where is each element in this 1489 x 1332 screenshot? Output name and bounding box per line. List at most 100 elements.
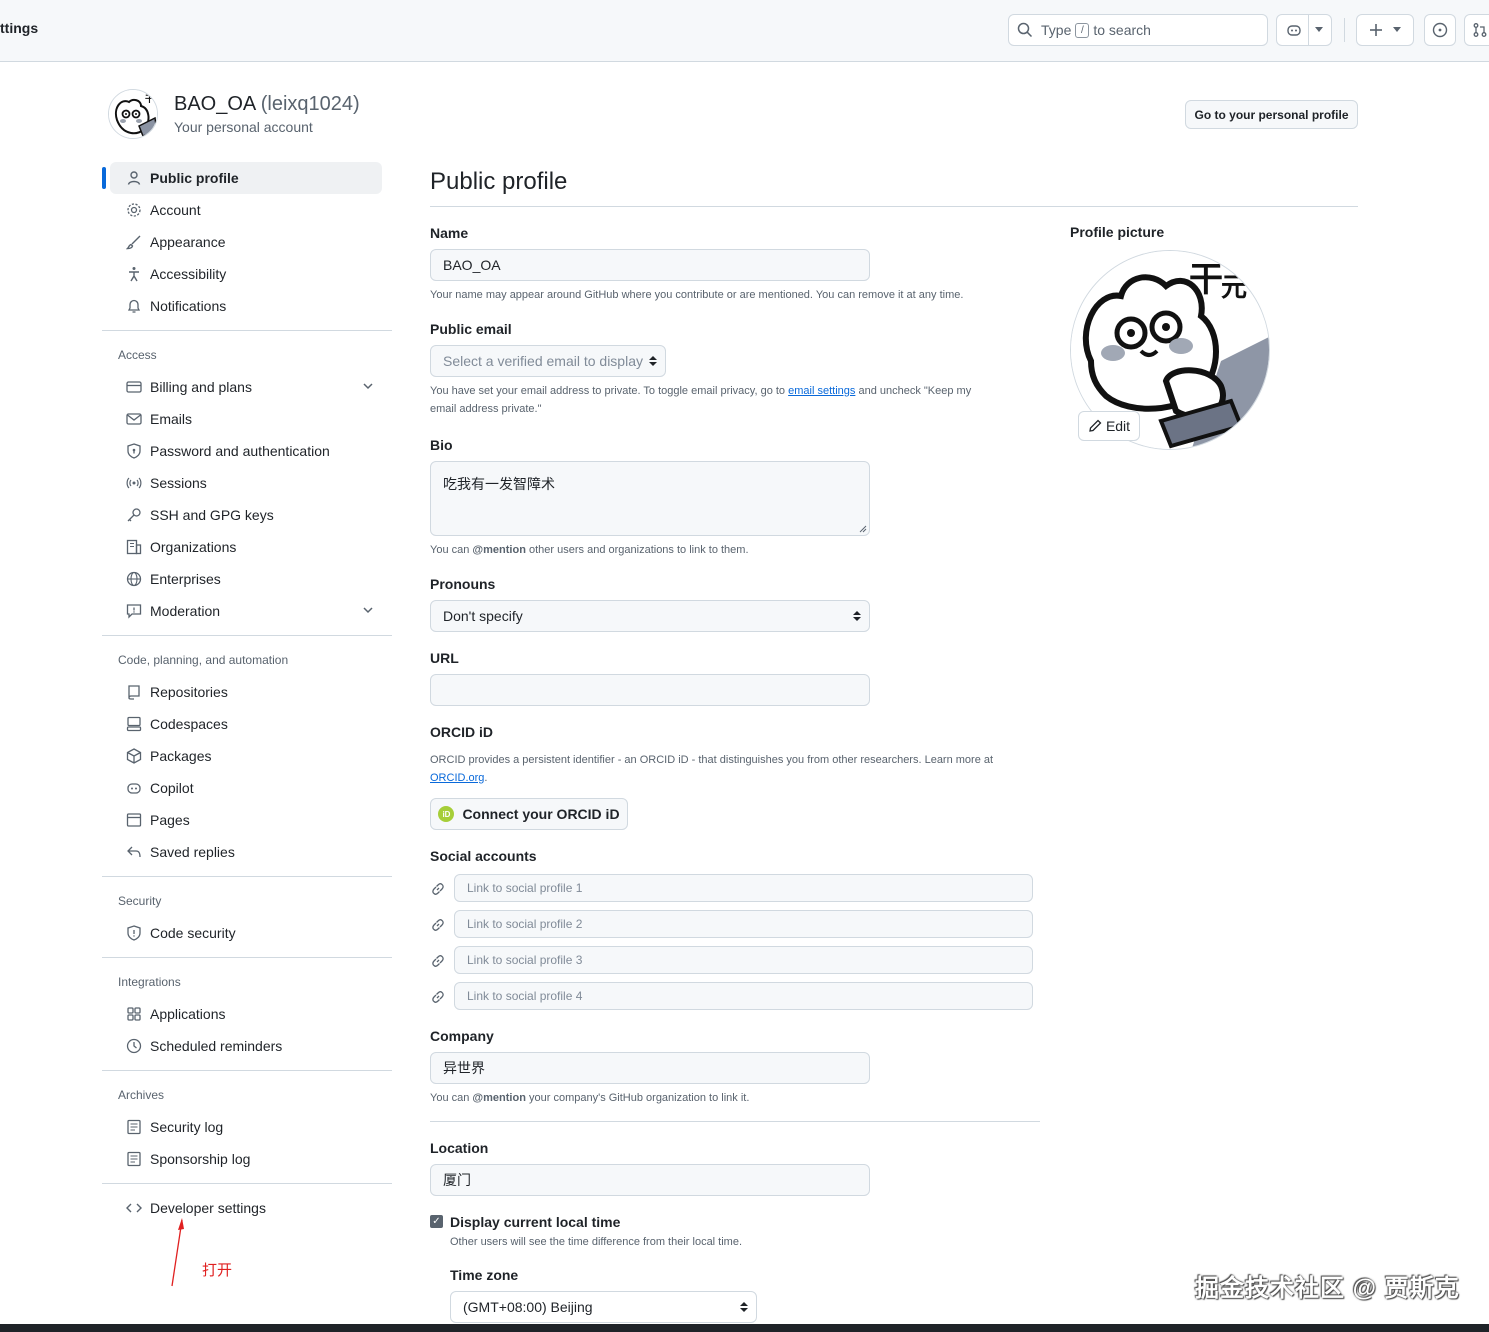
credit-card-icon [126,379,142,395]
sidebar-item-label: Codespaces [150,716,228,732]
display-local-time-checkbox[interactable]: ✓ [430,1215,443,1228]
go-to-profile-button[interactable]: Go to your personal profile [1185,100,1358,129]
email-settings-link[interactable]: email settings [788,385,855,397]
sidebar-item-label: Accessibility [150,266,227,282]
social-link-field-4[interactable]: Link to social profile 4 [454,982,1033,1010]
log-icon [126,1151,142,1167]
company-label: Company [430,1028,494,1044]
timezone-select[interactable]: (GMT+08:00) Beijing [450,1291,757,1323]
sidebar-item-label: Sponsorship log [150,1151,251,1167]
sidebar-item-appearance[interactable]: Appearance [110,226,382,258]
timezone-label: Time zone [450,1267,519,1283]
sidebar-item-scheduled-reminders[interactable]: Scheduled reminders [110,1030,382,1062]
sidebar-item-organizations[interactable]: Organizations [110,531,382,563]
annotation-text: 打开 [202,1262,233,1279]
issues-button[interactable] [1424,14,1456,46]
page-title: Public profile [430,168,568,195]
link-icon [432,883,444,895]
orcid-link[interactable]: ORCID.org [430,772,484,784]
sidebar-item-ssh-keys[interactable]: SSH and GPG keys [110,499,382,531]
search-input[interactable]: Type / to search [1008,14,1268,46]
sidebar-item-security-log[interactable]: Security log [110,1111,382,1143]
display-local-time-note: Other users will see the time difference… [450,1236,743,1248]
public-email-select[interactable]: Select a verified email to display [430,345,666,377]
chevron-down-icon[interactable] [362,603,374,619]
link-icon [432,955,444,967]
public-email-label: Public email [430,321,512,337]
sidebar-group-archives: Archives [118,1088,165,1102]
edit-picture-label: Edit [1105,418,1131,434]
social-link-field-3[interactable]: Link to social profile 3 [454,946,1033,974]
apps-icon [126,1006,142,1022]
account-avatar[interactable]: 干 [108,89,158,139]
broadcast-icon [126,475,142,491]
sidebar-item-enterprises[interactable]: Enterprises [110,563,382,595]
select-arrows-icon [853,609,861,623]
display-local-time-label[interactable]: Display current local time [450,1214,620,1230]
sidebar-item-code-security[interactable]: Code security [110,917,382,949]
pronouns-select[interactable]: Don't specify [430,600,870,632]
name-note: Your name may appear around GitHub where… [430,289,964,301]
name-label: Name [430,225,469,241]
sidebar-item-billing[interactable]: Billing and plans [110,371,382,403]
account-display-name[interactable]: BAO_OA [174,93,255,115]
pull-requests-button[interactable] [1464,14,1489,46]
sidebar-item-moderation[interactable]: Moderation [110,595,382,627]
sidebar-item-packages[interactable]: Packages [110,740,382,772]
social-link-placeholder: Link to social profile 2 [467,917,583,931]
chevron-down-icon [1393,27,1401,33]
name-field[interactable]: BAO_OA [430,249,870,281]
sidebar-group-code: Code, planning, and automation [118,653,289,667]
page-breadcrumb[interactable]: ttings [0,20,38,36]
plus-icon [1369,23,1383,37]
chevron-down-icon [1314,27,1323,33]
title-divider [430,206,1358,207]
organization-icon [126,539,142,555]
sidebar-group-access: Access [118,348,157,362]
annotation-arrow [171,1218,184,1287]
social-link-field-2[interactable]: Link to social profile 2 [454,910,1033,938]
resize-handle-icon[interactable] [859,525,867,533]
chevron-down-icon[interactable] [362,379,374,395]
search-prefix: Type [1041,22,1072,38]
bio-textarea[interactable]: 吃我有一发智障术 [430,461,870,536]
sidebar-item-emails[interactable]: Emails [110,403,382,435]
sidebar-item-applications[interactable]: Applications [110,998,382,1030]
sidebar-item-label: Organizations [150,539,237,555]
sidebar-item-pages[interactable]: Pages [110,804,382,836]
edit-picture-button[interactable]: Edit [1078,411,1140,441]
sidebar-group-security: Security [118,894,162,908]
timezone-value: (GMT+08:00) Beijing [463,1299,593,1315]
accessibility-icon [126,266,142,282]
social-link-field-1[interactable]: Link to social profile 1 [454,874,1033,902]
sidebar-divider [102,330,392,331]
sidebar-divider [102,635,392,636]
location-field[interactable]: 厦门 [430,1164,870,1196]
public-email-value: Select a verified email to display [443,353,643,369]
clock-icon [126,1038,142,1054]
sidebar-item-notifications[interactable]: Notifications [110,290,382,322]
sidebar-item-accessibility[interactable]: Accessibility [110,258,382,290]
url-field[interactable] [430,674,870,706]
sidebar-item-label: Packages [150,748,212,764]
sidebar-item-repositories[interactable]: Repositories [110,676,382,708]
shield-lock-icon [126,443,142,459]
company-field[interactable]: 异世界 [430,1052,870,1084]
person-icon [126,170,142,186]
sidebar-item-developer-settings[interactable]: Developer settings [110,1192,382,1224]
sidebar-item-password[interactable]: Password and authentication [110,435,382,467]
sidebar-item-saved-replies[interactable]: Saved replies [110,836,382,868]
social-link-placeholder: Link to social profile 1 [467,881,583,895]
create-new-button[interactable] [1356,14,1414,46]
sidebar-divider [102,1070,392,1071]
copilot-menu-button[interactable] [1276,14,1332,46]
sidebar-item-label: Public profile [150,170,239,186]
sidebar-item-sponsorship-log[interactable]: Sponsorship log [110,1143,382,1175]
sidebar-item-codespaces[interactable]: Codespaces [110,708,382,740]
sidebar-item-public-profile[interactable]: Public profile [102,162,382,194]
sidebar-item-account[interactable]: Account [110,194,382,226]
select-arrows-icon [740,1300,748,1314]
connect-orcid-button[interactable]: iD Connect your ORCID iD [430,798,628,830]
sidebar-item-sessions[interactable]: Sessions [110,467,382,499]
sidebar-item-copilot[interactable]: Copilot [110,772,382,804]
